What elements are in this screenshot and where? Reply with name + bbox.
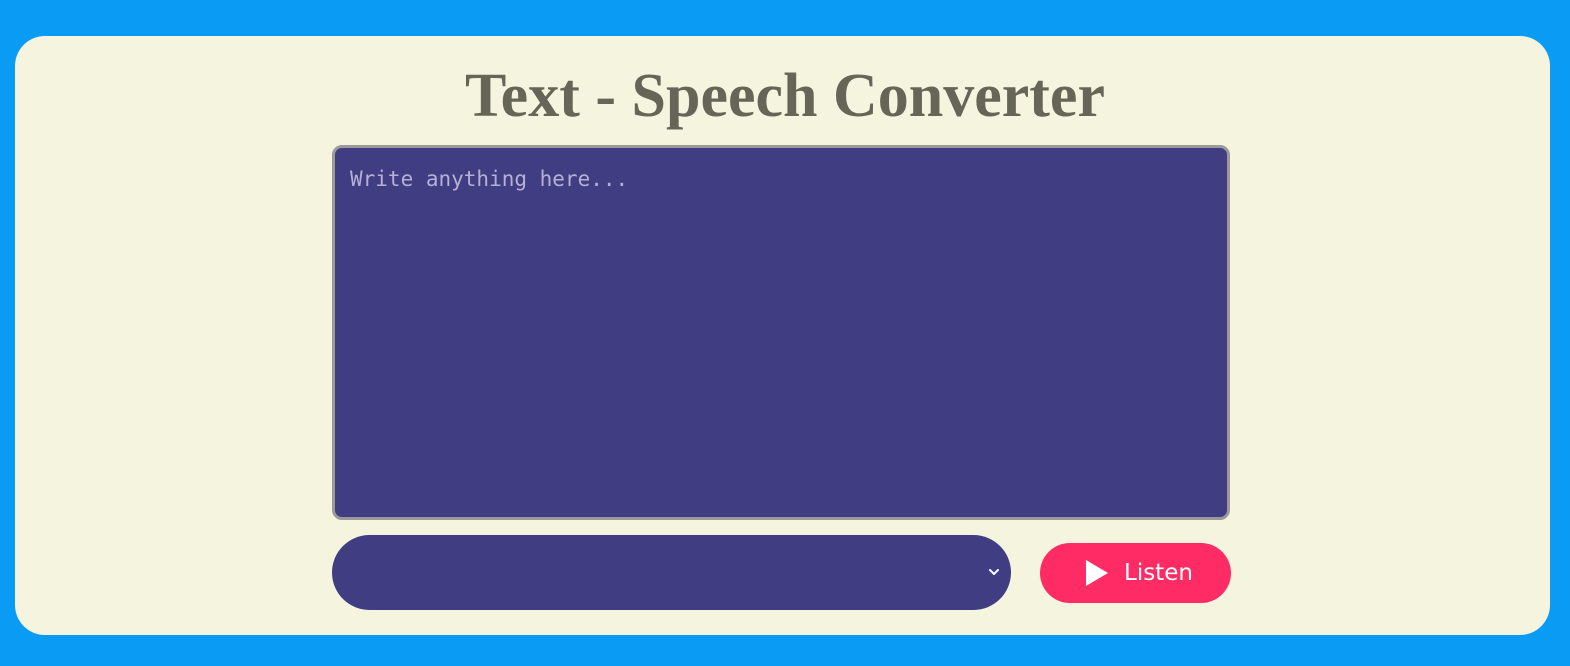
text-input[interactable] (335, 148, 1227, 517)
play-icon (1086, 560, 1108, 586)
listen-button[interactable]: Listen (1040, 543, 1231, 603)
voice-select[interactable] (332, 535, 1011, 610)
chevron-down-icon (989, 569, 999, 575)
page-title: Text - Speech Converter (465, 62, 1105, 130)
text-input-container (332, 145, 1230, 520)
listen-button-label: Listen (1124, 560, 1193, 586)
